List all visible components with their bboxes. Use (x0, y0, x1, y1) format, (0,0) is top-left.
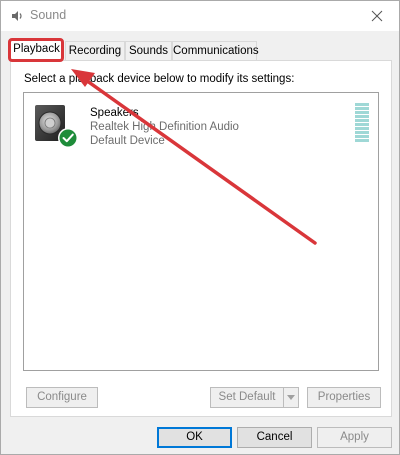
sound-dialog: Sound Playback Recording Sounds Communic… (0, 0, 400, 455)
device-item-speakers[interactable]: Speakers Realtek High Definition Audio D… (32, 101, 370, 151)
cancel-button[interactable]: Cancel (237, 427, 312, 448)
device-list[interactable]: Speakers Realtek High Definition Audio D… (23, 92, 379, 371)
device-status: Default Device (90, 135, 165, 147)
set-default-button[interactable]: Set Default (210, 387, 284, 408)
playback-panel: Select a playback device below to modify… (10, 60, 392, 417)
set-default-dropdown[interactable] (283, 387, 299, 408)
playback-tab-highlight-annotation (8, 38, 64, 62)
apply-button[interactable]: Apply (317, 427, 392, 448)
close-icon (371, 10, 383, 22)
configure-button[interactable]: Configure (26, 387, 98, 408)
device-name: Speakers (90, 107, 139, 119)
properties-button[interactable]: Properties (307, 387, 381, 408)
ok-button[interactable]: OK (157, 427, 232, 448)
volume-level-meter (355, 103, 369, 142)
tab-sounds[interactable]: Sounds (125, 41, 172, 60)
tab-recording[interactable]: Recording (65, 41, 125, 60)
check-icon (58, 128, 78, 148)
speaker-icon (35, 105, 78, 148)
tab-communications[interactable]: Communications (172, 41, 259, 60)
device-description: Realtek High Definition Audio (90, 121, 239, 133)
speaker-app-icon (12, 11, 22, 21)
title-bar[interactable]: Sound (1, 1, 399, 31)
instruction-text: Select a playback device below to modify… (24, 73, 295, 85)
close-button[interactable] (355, 1, 399, 31)
window-title: Sound (30, 8, 67, 22)
chevron-down-icon (287, 395, 295, 400)
